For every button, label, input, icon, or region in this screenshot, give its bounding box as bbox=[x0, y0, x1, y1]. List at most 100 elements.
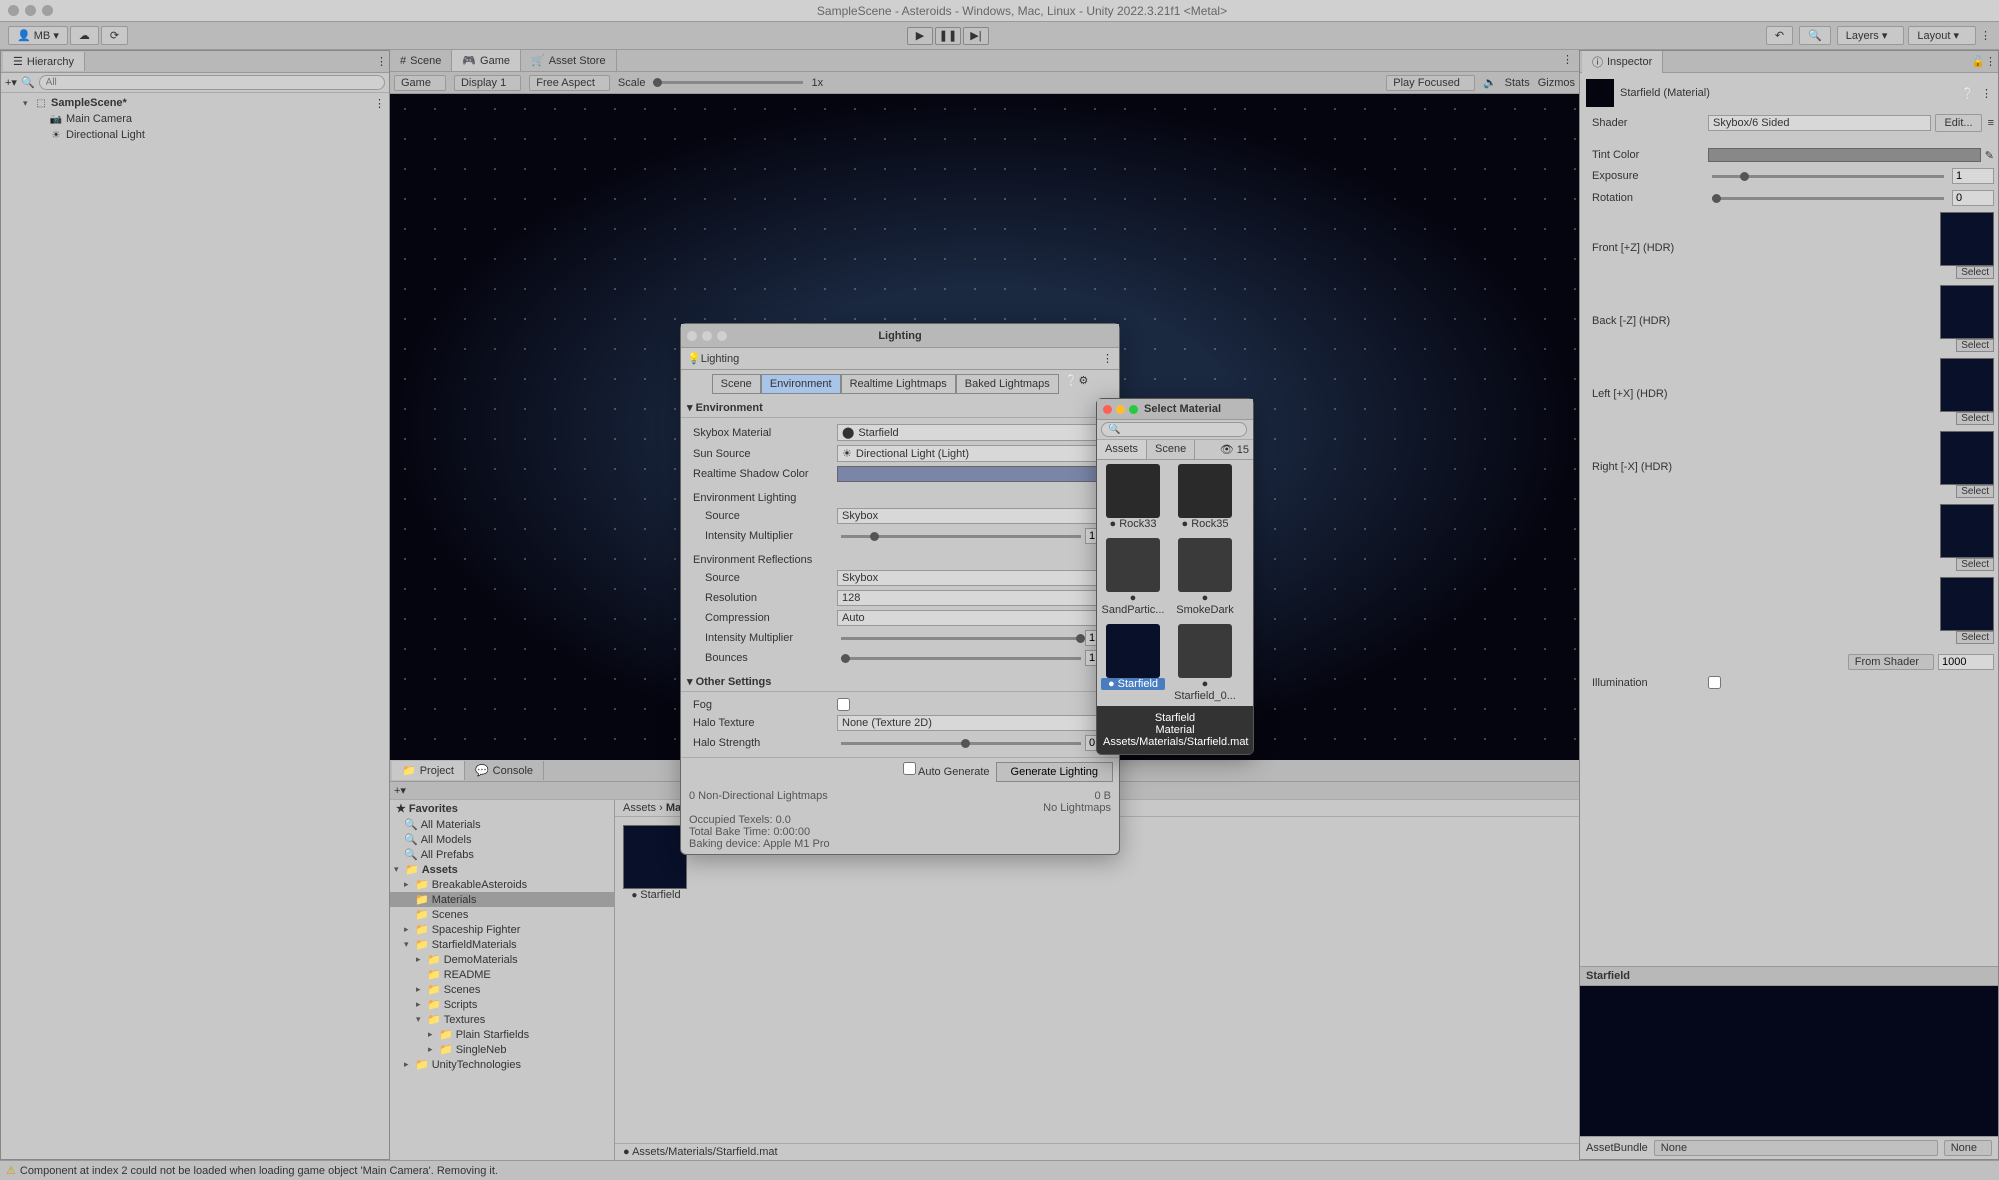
color-picker[interactable] bbox=[1708, 148, 1981, 162]
refl-source-dropdown[interactable]: Skybox bbox=[837, 570, 1113, 586]
material-grid-item[interactable]: ● Starfield bbox=[1101, 624, 1165, 702]
add-icon[interactable]: +▾ bbox=[394, 784, 406, 797]
exposure-slider[interactable] bbox=[1712, 175, 1944, 178]
gear-icon[interactable]: ⚙ bbox=[1079, 374, 1089, 394]
texture-slot[interactable] bbox=[1940, 504, 1994, 558]
folder-item[interactable]: ▸📁 Scenes bbox=[390, 982, 614, 997]
texture-slot[interactable] bbox=[1940, 285, 1994, 339]
layout-dropdown[interactable]: Layout ▾ bbox=[1908, 26, 1976, 45]
select-material-window[interactable]: Select Material Assets Scene 👁 15 ● Rock… bbox=[1096, 398, 1254, 755]
from-shader-dropdown[interactable]: From Shader bbox=[1848, 654, 1934, 670]
exposure-value[interactable] bbox=[1952, 168, 1994, 184]
select-texture-button[interactable]: Select bbox=[1956, 631, 1994, 644]
texture-slot[interactable] bbox=[1940, 431, 1994, 485]
step-button[interactable]: ▶| bbox=[963, 27, 989, 45]
refl-intensity-slider[interactable] bbox=[841, 637, 1081, 640]
env-source-dropdown[interactable]: Skybox bbox=[837, 508, 1113, 524]
select-texture-button[interactable]: Select bbox=[1956, 485, 1994, 498]
folder-item[interactable]: ▸📁 UnityTechnologies bbox=[390, 1057, 614, 1072]
material-preview-large[interactable] bbox=[1580, 986, 1998, 1136]
help-icon[interactable]: ❔ bbox=[1961, 87, 1975, 100]
lighting-window[interactable]: Lighting 💡 Lighting ⋮ Scene Environment … bbox=[680, 323, 1120, 855]
hierarchy-item[interactable]: 📷 Main Camera bbox=[1, 111, 389, 127]
folder-item[interactable]: 📁 README bbox=[390, 967, 614, 982]
shader-dropdown[interactable]: Skybox/6 Sided bbox=[1708, 115, 1931, 131]
select-texture-button[interactable]: Select bbox=[1956, 266, 1994, 279]
play-focused-dropdown[interactable]: Play Focused bbox=[1386, 75, 1475, 91]
other-settings-header[interactable]: ▾ Other Settings bbox=[681, 672, 1119, 692]
texture-slot[interactable] bbox=[1940, 212, 1994, 266]
folder-item[interactable]: ▸📁 Plain Starfields bbox=[390, 1027, 614, 1042]
panel-menu-icon[interactable]: ⋮ bbox=[376, 55, 387, 68]
assetbundle-variant-dropdown[interactable]: None bbox=[1944, 1140, 1992, 1156]
material-grid-item[interactable]: ● Rock35 bbox=[1173, 464, 1237, 530]
texture-slot[interactable] bbox=[1940, 577, 1994, 631]
cloud-button[interactable]: ☁ bbox=[70, 26, 99, 45]
history-button[interactable]: ⟳ bbox=[101, 26, 128, 45]
favorite-item[interactable]: 🔍 All Materials bbox=[390, 817, 614, 832]
folder-item[interactable]: ▸📁 DemoMaterials bbox=[390, 952, 614, 967]
scene-node[interactable]: ▾⬚ SampleScene* ⋮ bbox=[1, 95, 389, 111]
favorite-item[interactable]: 🔍 All Prefabs bbox=[390, 847, 614, 862]
tab-environment[interactable]: Environment bbox=[761, 374, 841, 394]
gi-checkbox[interactable] bbox=[1708, 676, 1721, 689]
resolution-dropdown[interactable]: 128 bbox=[837, 590, 1113, 606]
scale-slider[interactable] bbox=[653, 81, 803, 84]
rotation-slider[interactable] bbox=[1712, 197, 1944, 200]
help-icon[interactable]: ❔ bbox=[1065, 374, 1079, 394]
eyedropper-icon[interactable]: ✎ bbox=[1985, 149, 1994, 162]
add-icon[interactable]: +▾ bbox=[5, 76, 17, 89]
halo-texture-field[interactable]: None (Texture 2D) bbox=[837, 715, 1113, 731]
lock-icon[interactable]: 🔓 bbox=[1971, 55, 1985, 68]
folder-item[interactable]: ▸📁 Spaceship Fighter bbox=[390, 922, 614, 937]
folder-item[interactable]: ▾📁 Textures bbox=[390, 1012, 614, 1027]
edit-button[interactable]: Edit... bbox=[1935, 114, 1981, 132]
pause-button[interactable]: ❚❚ bbox=[935, 27, 961, 45]
folder-item[interactable]: 📁 Scenes bbox=[390, 907, 614, 922]
hierarchy-search[interactable] bbox=[39, 75, 385, 90]
auto-generate-checkbox[interactable]: Auto Generate bbox=[903, 762, 990, 782]
kebab-icon[interactable]: ⋮ bbox=[1980, 29, 1991, 42]
tab-project[interactable]: 📁 Project bbox=[392, 761, 465, 780]
tab-realtime-lightmaps[interactable]: Realtime Lightmaps bbox=[841, 374, 956, 394]
panel-menu-icon[interactable]: ⋮ bbox=[1556, 50, 1579, 71]
material-grid-item[interactable]: ● Rock33 bbox=[1101, 464, 1165, 530]
env-header[interactable]: ▾ Environment bbox=[681, 398, 1119, 418]
generate-lighting-button[interactable]: Generate Lighting bbox=[996, 762, 1113, 782]
tab-game[interactable]: 🎮Game bbox=[452, 50, 521, 71]
gizmos-toggle[interactable]: Gizmos bbox=[1538, 77, 1575, 89]
play-button[interactable]: ▶ bbox=[907, 27, 933, 45]
folder-item[interactable]: ▸📁 Scripts bbox=[390, 997, 614, 1012]
kebab-icon[interactable]: ⋮ bbox=[1981, 87, 1992, 100]
panel-menu-icon[interactable]: ⋮ bbox=[1985, 55, 1996, 68]
tab-console[interactable]: 💬 Console bbox=[465, 761, 544, 780]
rotation-value[interactable] bbox=[1952, 190, 1994, 206]
panel-menu-icon[interactable]: ⋮ bbox=[1102, 352, 1113, 365]
tab-lighting[interactable]: Lighting bbox=[701, 353, 740, 365]
fog-checkbox[interactable] bbox=[837, 698, 850, 711]
compression-dropdown[interactable]: Auto bbox=[837, 610, 1113, 626]
tab-hierarchy[interactable]: ☰Hierarchy bbox=[3, 52, 85, 71]
material-search[interactable] bbox=[1101, 422, 1247, 437]
mute-icon[interactable]: 🔈 bbox=[1483, 76, 1497, 89]
tab-scene-lighting[interactable]: Scene bbox=[712, 374, 761, 394]
search-icon[interactable]: 🔍 bbox=[1799, 26, 1831, 45]
menu-icon[interactable]: ≡ bbox=[1988, 117, 1994, 129]
folder-item[interactable]: 📁 Materials bbox=[390, 892, 614, 907]
bounces-slider[interactable] bbox=[841, 657, 1081, 660]
game-mode-dropdown[interactable]: Game bbox=[394, 75, 446, 91]
hierarchy-item[interactable]: ☀ Directional Light bbox=[1, 127, 389, 143]
folder-item[interactable]: ▸📁 BreakableAsteroids bbox=[390, 877, 614, 892]
assets-root[interactable]: ▾📁 Assets bbox=[390, 862, 614, 877]
select-texture-button[interactable]: Select bbox=[1956, 339, 1994, 352]
undo-icon[interactable]: ↶ bbox=[1766, 26, 1793, 45]
tab-asset-store[interactable]: 🛒Asset Store bbox=[521, 50, 617, 71]
window-traffic-lights[interactable] bbox=[8, 5, 53, 16]
assetbundle-dropdown[interactable]: None bbox=[1654, 1140, 1938, 1156]
account-button[interactable]: 👤 MB ▾ bbox=[8, 26, 68, 45]
layers-dropdown[interactable]: Layers ▾ bbox=[1837, 26, 1905, 45]
halo-strength-slider[interactable] bbox=[841, 742, 1081, 745]
favorite-item[interactable]: 🔍 All Models bbox=[390, 832, 614, 847]
intensity-slider[interactable] bbox=[841, 535, 1081, 538]
material-grid-item[interactable]: ● SandPartic... bbox=[1101, 538, 1165, 616]
